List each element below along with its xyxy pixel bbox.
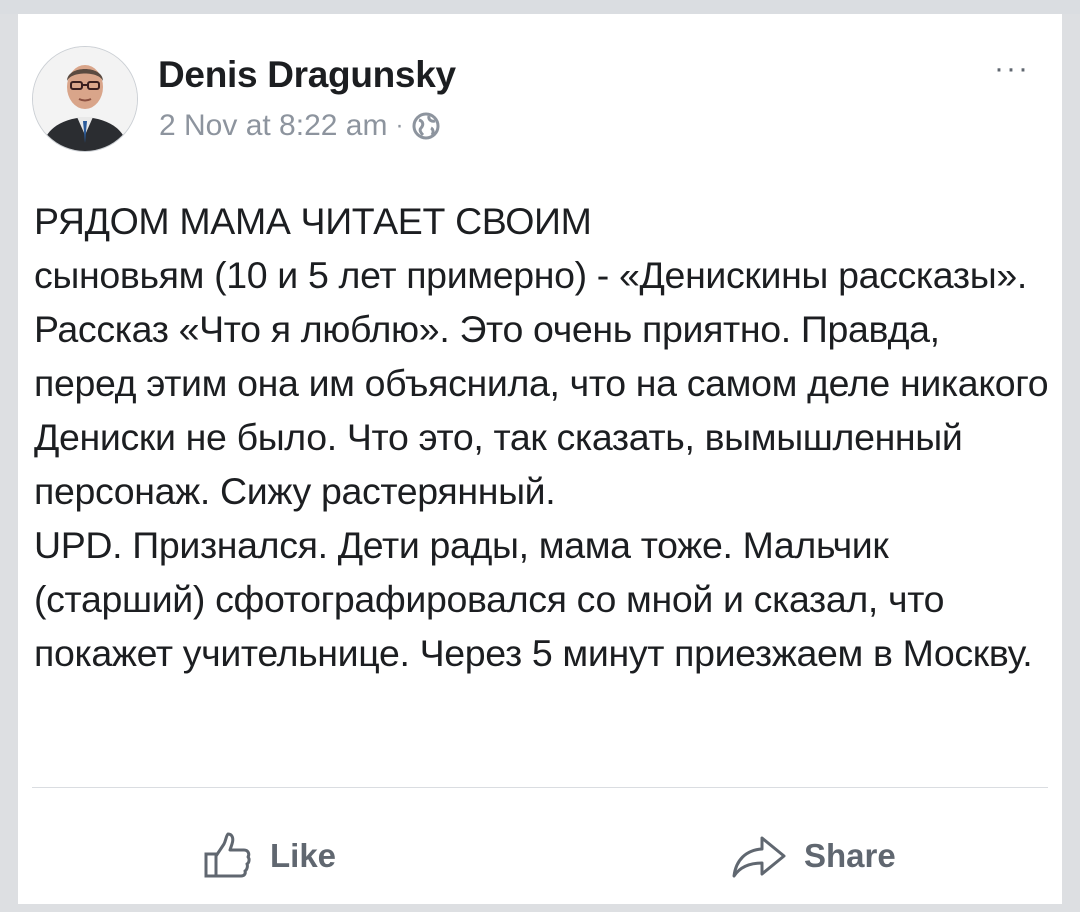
like-label: Like (270, 837, 337, 874)
share-arrow-icon (730, 830, 788, 882)
globe-icon (411, 111, 441, 141)
more-options-icon: ··· (994, 52, 1030, 85)
thumbs-up-icon (202, 830, 254, 882)
post-body: РЯДОМ МАМА ЧИТАЕТ СВОИМ сыновьям (10 и 5… (34, 194, 1049, 680)
post-timestamp[interactable]: 2 Nov at 8:22 am (159, 109, 387, 143)
post-meta: 2 Nov at 8:22 am · (159, 109, 441, 143)
avatar-photo (33, 47, 137, 151)
actions-divider (32, 787, 1048, 788)
meta-separator: · (395, 112, 404, 139)
post-paragraph: сыновьям (10 и 5 лет примерно) - «Дениск… (34, 254, 1049, 512)
author-name[interactable]: Denis Dragunsky (158, 54, 456, 96)
more-options-button[interactable]: ··· (982, 52, 1042, 85)
post-card: Denis Dragunsky 2 Nov at 8:22 am · ··· Р… (18, 14, 1062, 904)
post-paragraph: РЯДОМ МАМА ЧИТАЕТ СВОИМ (34, 200, 592, 242)
like-button[interactable]: Like (202, 826, 336, 886)
post-paragraph: UPD. Признался. Дети рады, мама тоже. Ма… (34, 524, 1033, 674)
top-strip (0, 0, 1080, 14)
author-avatar[interactable] (32, 46, 138, 152)
share-button[interactable]: Share (730, 826, 896, 886)
share-label: Share (804, 837, 896, 874)
